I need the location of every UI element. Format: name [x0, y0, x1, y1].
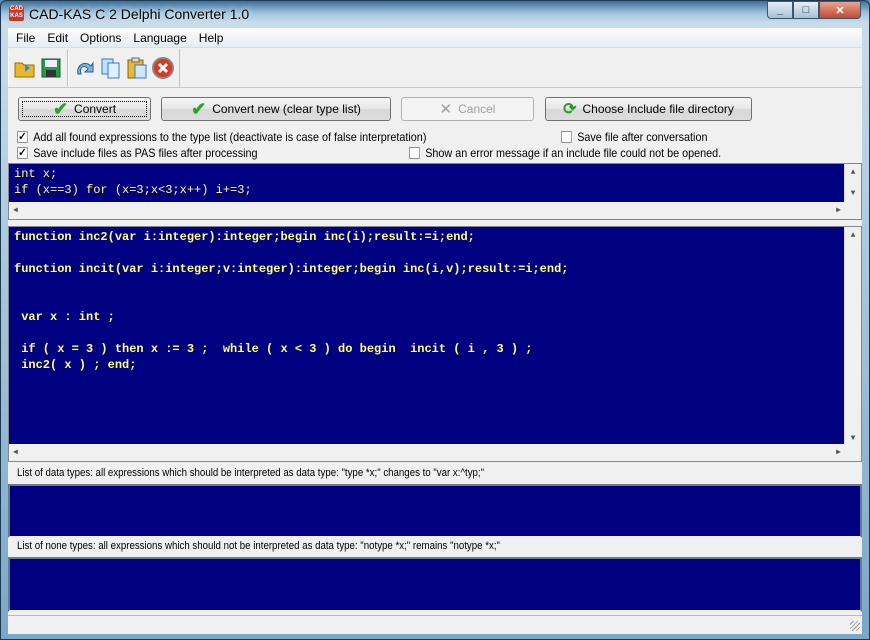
save-after-checkbox[interactable]: Save file after conversation	[561, 130, 707, 144]
app-logo-icon: CAD KAS	[9, 6, 24, 21]
checkbox-label: Save include files as PAS files after pr…	[33, 146, 258, 160]
checkbox-box[interactable]	[409, 147, 420, 159]
checkmark-icon: ✔	[191, 99, 207, 119]
input-vertical-scrollbar[interactable]: ▲ ▼	[844, 164, 861, 204]
output-code-text[interactable]: function inc2(var i:integer):integer;beg…	[9, 227, 861, 375]
checkbox-label: Show an error message if an include file…	[425, 146, 722, 160]
save-pas-checkbox[interactable]: ✓ Save include files as PAS files after p…	[17, 146, 258, 160]
checkbox-box[interactable]: ✓	[17, 147, 28, 159]
menu-file[interactable]: File	[10, 31, 41, 45]
open-folder-icon[interactable]	[13, 56, 37, 80]
resize-grip[interactable]	[850, 621, 860, 631]
menu-options[interactable]: Options	[74, 31, 127, 45]
input-horizontal-scrollbar[interactable]: ◀ ▶	[9, 202, 845, 219]
input-code-editor[interactable]: int x; if (x==3) for (x=3;x<3;x++) i+=3;…	[8, 163, 862, 220]
title-bar[interactable]: CAD KAS CAD-KAS C 2 Delphi Converter 1.0 …	[1, 1, 869, 25]
convert-button[interactable]: ✔ Convert	[18, 97, 151, 121]
menu-bar: File Edit Options Language Help	[8, 28, 862, 48]
checkbox-label: Add all found expressions to the type li…	[33, 130, 427, 144]
paste-icon[interactable]	[125, 56, 149, 80]
convert-new-label: Convert new (clear type list)	[212, 102, 361, 116]
checkmark-icon: ✔	[52, 99, 69, 119]
add-expressions-checkbox[interactable]: ✓ Add all found expressions to the type l…	[17, 130, 426, 144]
none-types-label: List of none types: all expressions whic…	[17, 540, 500, 552]
cancel-x-icon: ✕	[439, 101, 453, 118]
checkbox-label: Save file after conversation	[577, 130, 708, 144]
close-button[interactable]: ✕	[819, 1, 861, 19]
data-types-label: List of data types: all expressions whic…	[17, 467, 485, 479]
save-icon[interactable]	[39, 56, 63, 80]
output-vertical-scrollbar[interactable]: ▲ ▼	[844, 227, 861, 446]
status-bar	[8, 615, 862, 633]
refresh-icon: ⟳	[563, 101, 577, 118]
checkbox-box[interactable]: ✓	[17, 131, 28, 143]
checkbox-box[interactable]	[561, 131, 572, 143]
data-types-list[interactable]	[8, 484, 862, 538]
delete-icon[interactable]	[151, 56, 175, 80]
choose-dir-label: Choose Include file directory	[582, 102, 734, 116]
undo-icon[interactable]	[73, 56, 97, 80]
input-code-text[interactable]: int x; if (x==3) for (x=3;x<3;x++) i+=3;	[9, 164, 861, 200]
output-code-editor[interactable]: function inc2(var i:integer):integer;beg…	[8, 226, 862, 462]
menu-edit[interactable]: Edit	[41, 31, 74, 45]
maximize-button[interactable]: □	[793, 1, 819, 19]
toolbar	[8, 48, 862, 88]
cancel-button[interactable]: ✕ Cancel	[401, 97, 534, 121]
menu-help[interactable]: Help	[193, 31, 230, 45]
output-horizontal-scrollbar[interactable]: ◀ ▶	[9, 444, 845, 461]
menu-language[interactable]: Language	[127, 31, 192, 45]
minimize-button[interactable]: _	[767, 1, 793, 19]
choose-include-dir-button[interactable]: ⟳ Choose Include file directory	[545, 97, 752, 121]
cancel-label: Cancel	[458, 102, 496, 116]
convert-label: Convert	[74, 102, 117, 116]
show-error-checkbox[interactable]: Show an error message if an include file…	[409, 146, 721, 160]
convert-new-button[interactable]: ✔ Convert new (clear type list)	[161, 97, 391, 121]
window-title: CAD-KAS C 2 Delphi Converter 1.0	[29, 6, 250, 22]
none-types-list[interactable]	[8, 557, 862, 612]
copy-icon[interactable]	[99, 56, 123, 80]
client-area: File Edit Options Language Help ✔ Convert…	[8, 28, 862, 634]
